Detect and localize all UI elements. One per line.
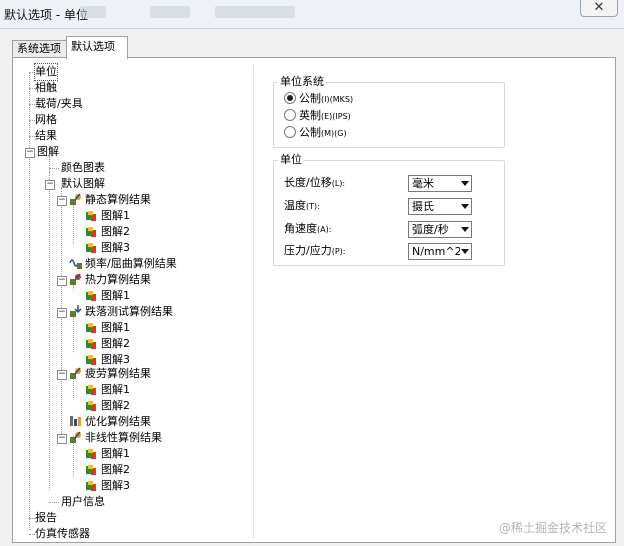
- tree-connector: [73, 204, 74, 244]
- chevron-down-icon: [461, 204, 469, 209]
- plot-icon: [86, 243, 96, 253]
- frequency-study-icon: [69, 259, 82, 269]
- plot-icon: [86, 323, 96, 333]
- unit-system-title: 单位系统: [278, 75, 326, 89]
- drop-test-study-icon: [70, 305, 82, 317]
- tree-item-mesh[interactable]: 网格: [35, 112, 57, 128]
- window-title: 默认选项 - 单位: [4, 8, 88, 22]
- plot-icon: [86, 227, 96, 237]
- tree-item-frequency-buckling-results[interactable]: 频率/屈曲算例结果: [85, 256, 177, 272]
- collapse-toggle[interactable]: −: [57, 370, 67, 380]
- pressure-unit-select[interactable]: N/mm^2(MPa): [408, 243, 472, 260]
- tree-item-static-study-results[interactable]: 静态算例结果: [85, 192, 151, 208]
- tab-system-options[interactable]: 系统选项: [12, 40, 74, 58]
- tree-item-plot1[interactable]: 图解1: [101, 320, 130, 336]
- chevron-down-icon: [461, 181, 469, 186]
- units-group: 单位 长度/位移(L): 毫米 温度(T): 摄氏 角速度(A): 弧度/秒 压…: [273, 153, 505, 266]
- tree-item-plot2[interactable]: 图解2: [101, 224, 130, 240]
- tree-item-plot1[interactable]: 图解1: [101, 446, 130, 462]
- close-icon: ✕: [593, 0, 605, 15]
- tree-connector: [29, 72, 30, 530]
- plot-icon: [86, 481, 96, 491]
- collapse-toggle[interactable]: −: [57, 434, 67, 444]
- chevron-down-icon: [461, 249, 469, 254]
- angular-velocity-row: 角速度(A):: [284, 222, 332, 235]
- collapse-toggle[interactable]: −: [57, 308, 67, 318]
- optimization-study-icon: [70, 416, 81, 426]
- tree-item-simulation-sensors[interactable]: 仿真传感器: [35, 526, 90, 542]
- tree-item-fatigue-study-results[interactable]: 疲劳算例结果: [85, 366, 151, 382]
- tree-item-results[interactable]: 结果: [35, 128, 57, 144]
- background-toolbar-ghost: [80, 6, 106, 18]
- plot-icon: [86, 339, 96, 349]
- options-tree: 单位 相触 载荷/夹具 网格 结果 − 图解 颜色图表 − 默认图解 − 静态算…: [25, 63, 254, 540]
- close-button[interactable]: ✕: [580, 0, 618, 17]
- collapse-toggle[interactable]: −: [25, 148, 35, 158]
- tree-item-plot3[interactable]: 图解3: [101, 240, 130, 256]
- plot-icon: [86, 385, 96, 395]
- chevron-down-icon: [461, 227, 469, 232]
- tab-default-options[interactable]: 默认选项: [66, 36, 128, 59]
- pressure-stress-row: 压力/应力(P):: [284, 244, 346, 257]
- tree-item-default-plots[interactable]: 默认图解: [61, 176, 105, 192]
- temperature-row: 温度(T):: [284, 199, 320, 212]
- background-toolbar-ghost: [150, 6, 190, 18]
- tree-item-plot1[interactable]: 图解1: [101, 288, 130, 304]
- collapse-toggle[interactable]: −: [57, 276, 67, 286]
- tree-item-plot2[interactable]: 图解2: [101, 398, 130, 414]
- collapse-toggle[interactable]: −: [57, 196, 67, 206]
- tree-item-plot1[interactable]: 图解1: [101, 208, 130, 224]
- radio-button[interactable]: [284, 126, 296, 138]
- tree-item-plot2[interactable]: 图解2: [101, 462, 130, 478]
- tree-item-plot2[interactable]: 图解2: [101, 336, 130, 352]
- unit-system-option-english-ips[interactable]: 英制(E)(IPS): [284, 108, 351, 124]
- unit-system-option-metric-g[interactable]: 公制(M)(G): [284, 125, 347, 141]
- tree-item-plot3[interactable]: 图解3: [101, 478, 130, 494]
- length-unit-select[interactable]: 毫米: [408, 175, 472, 192]
- static-study-icon: [70, 193, 81, 205]
- thermal-study-icon: [70, 273, 81, 285]
- tree-item-nonlinear-study-results[interactable]: 非线性算例结果: [85, 430, 162, 446]
- tree-item-plot[interactable]: 图解: [37, 144, 59, 160]
- tree-item-color-chart[interactable]: 颜色图表: [61, 160, 105, 176]
- tree-item-units[interactable]: 单位: [34, 63, 58, 81]
- tree-item-drop-test-results[interactable]: 跌落测试算例结果: [85, 304, 173, 320]
- radio-button[interactable]: [284, 109, 296, 121]
- tree-connector: [49, 172, 50, 490]
- tree-item-optimization-study-results[interactable]: 优化算例结果: [85, 414, 151, 430]
- tree-item-user-info[interactable]: 用户信息: [61, 494, 105, 510]
- title-bar: 默认选项 - 单位 ✕: [0, 0, 624, 29]
- tree-connector: [73, 312, 74, 352]
- plot-icon: [86, 401, 96, 411]
- fatigue-study-icon: [70, 367, 81, 379]
- plot-icon: [86, 291, 96, 301]
- units-title: 单位: [278, 153, 304, 167]
- radio-button[interactable]: [284, 92, 296, 104]
- tree-item-plot1[interactable]: 图解1: [101, 382, 130, 398]
- unit-system-option-metric-mks[interactable]: 公制(I)(MKS): [284, 91, 353, 107]
- background-toolbar-ghost: [215, 6, 295, 18]
- options-panel: 单位 相触 载荷/夹具 网格 结果 − 图解 颜色图表 − 默认图解 − 静态算…: [12, 57, 616, 543]
- tree-item-contact[interactable]: 相触: [35, 80, 57, 96]
- tree-item-report[interactable]: 报告: [35, 510, 57, 526]
- unit-system-group: 单位系统 公制(I)(MKS) 英制(E)(IPS) 公制(M)(G): [273, 75, 505, 148]
- angular-velocity-unit-select[interactable]: 弧度/秒: [408, 221, 472, 238]
- length-displacement-row: 长度/位移(L):: [284, 176, 346, 189]
- tree-item-thermal-study-results[interactable]: 热力算例结果: [85, 272, 151, 288]
- tree-item-loads-fixtures[interactable]: 载荷/夹具: [35, 96, 83, 112]
- nonlinear-study-icon: [70, 431, 81, 443]
- plot-icon: [86, 465, 96, 475]
- plot-icon: [86, 449, 96, 459]
- plot-icon: [86, 211, 96, 221]
- collapse-toggle[interactable]: −: [45, 180, 55, 190]
- plot-icon: [86, 355, 96, 365]
- watermark: @稀土掘金技术社区: [498, 521, 607, 535]
- temperature-unit-select[interactable]: 摄氏: [408, 198, 472, 215]
